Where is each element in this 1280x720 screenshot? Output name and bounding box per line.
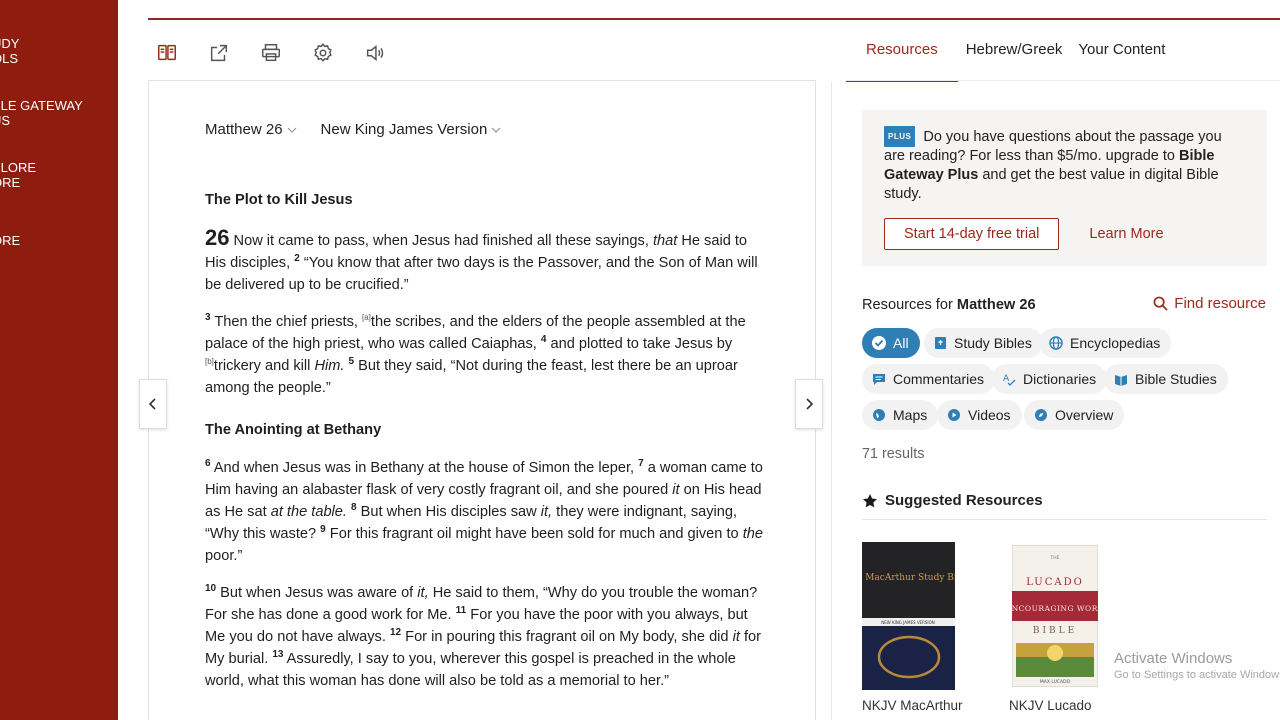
macarthur-bible-cover[interactable]: The MacArthur Study Bible NEW KING JAMES… [845,542,971,690]
activate-windows-subtext: Go to Settings to activate Windows. [1114,669,1280,681]
results-count: 71 results [862,446,925,462]
verse-paragraph: 10 But when Jesus was aware of it, He sa… [205,583,761,689]
section-heading: The Plot to Kill Jesus [205,192,353,208]
chevron-down-icon [491,127,501,133]
spell-icon: A [1003,374,1016,386]
header-divider [148,18,1280,20]
chevron-left-icon [148,398,156,410]
reader-toolbar [150,36,392,70]
passage-selector: Matthew 26 New King James Version [205,121,501,138]
plus-badge: PLUS [884,126,916,147]
book-chapter-dropdown[interactable]: Matthew 26 [205,121,297,138]
sidebar-item-study-tools[interactable]: UDY OLS [0,36,19,66]
sidebar-item-more[interactable]: ORE [0,233,20,248]
sidebar-item-bible-gateway-plus[interactable]: BLE GATEWAY US [0,98,83,128]
chapter-number: 26 [205,225,230,250]
book-label[interactable]: NKJV Lucado [1009,698,1092,713]
suggested-resources-heading: Suggested Resources [862,492,1043,509]
activate-windows-watermark: Activate Windows [1114,650,1233,667]
chip-study-bibles[interactable]: Study Bibles [924,328,1043,358]
audio-icon[interactable] [358,36,392,70]
svg-text:THE: THE [1050,555,1060,561]
verse-paragraph: 26 Now it came to pass, when Jesus had f… [205,225,758,294]
learn-more-link[interactable]: Learn More [1089,226,1163,242]
chip-overview[interactable]: Overview [1024,400,1125,430]
check-icon [872,336,886,350]
star-icon [863,493,877,507]
next-chapter-button[interactable] [795,379,823,429]
find-resource-button[interactable]: Find resource [1153,295,1266,312]
verse-paragraph: 6 And when Jesus was in Bethany at the h… [205,458,763,564]
start-trial-button[interactable]: Start 14-day free trial [884,218,1060,250]
chip-videos[interactable]: Videos [937,400,1022,430]
parallel-view-icon[interactable] [150,36,184,70]
chip-encyclopedias[interactable]: Encyclopedias [1039,328,1172,358]
svg-text:MAX LUCADO: MAX LUCADO [1040,679,1071,685]
share-icon[interactable] [202,36,236,70]
lucado-bible-cover[interactable]: THE LUCADO ENCOURAGING WORD BIBLE MAX LU… [1006,544,1104,688]
svg-text:A: A [1003,374,1010,384]
svg-text:LUCADO: LUCADO [1026,577,1084,588]
chip-bible-studies[interactable]: Bible Studies [1104,364,1228,394]
tab-hebrew-greek[interactable]: Hebrew/Greek [958,38,1071,82]
suggested-divider [862,519,1267,520]
chip-maps[interactable]: Maps [862,400,939,430]
version-dropdown[interactable]: New King James Version [321,121,502,138]
footnote-link[interactable]: [a] [362,313,371,322]
footnote-link[interactable]: [b] [205,357,214,366]
bookstack-icon [1115,375,1127,386]
previous-chapter-button[interactable] [139,379,167,429]
tab-resources[interactable]: Resources [846,38,958,82]
search-icon [1153,296,1168,311]
svg-text:BIBLE: BIBLE [1033,626,1077,636]
passage-text: The Plot to Kill Jesus 26 Now it came to… [205,189,767,707]
settings-icon[interactable] [306,36,340,70]
plus-promo: PLUS Do you have questions about the pas… [862,110,1267,266]
sidebar-item-explore-more[interactable]: PLORE ORE [0,160,36,190]
chip-commentaries[interactable]: Commentaries [862,364,996,394]
verse-paragraph: 3 Then the chief priests, [a]the scribes… [205,312,746,396]
chip-all[interactable]: All [862,328,920,358]
left-sidebar: UDY OLS BLE GATEWAY US PLORE ORE ORE [0,0,118,720]
chip-dictionaries[interactable]: A Dictionaries [992,364,1108,394]
chevron-down-icon [287,127,296,133]
resources-title: Resources for Matthew 26 [862,297,1036,313]
svg-text:NEW KING JAMES VERSION: NEW KING JAMES VERSION [881,620,934,625]
resource-tabs: Resources Hebrew/Greek Your Content [846,38,1173,82]
verse-number: 12 [389,627,402,639]
verse-number: 13 [272,649,284,661]
reading-panel: Matthew 26 New King James Version The Pl… [148,80,816,720]
chevron-right-icon [806,398,814,410]
verse-number: 11 [455,605,467,617]
comment-icon [873,374,885,385]
passage-reference: Matthew 26 [205,121,283,138]
resources-panel: PLUS Do you have questions about the pas… [831,82,1280,720]
globe-icon [1049,336,1063,350]
book-label[interactable]: NKJV MacArthur [862,698,963,713]
section-heading: The Anointing at Bethany [205,422,382,438]
version-name: New King James Version [320,121,488,138]
svg-text:ENCOURAGING WORD: ENCOURAGING WORD [1012,604,1098,613]
bible-icon [935,337,946,349]
verse-number: 10 [205,583,217,595]
compass-icon [1035,409,1047,421]
print-icon[interactable] [254,36,288,70]
play-icon [948,409,960,421]
plus-promo-text: PLUS Do you have questions about the pas… [884,126,1245,204]
map-icon [873,409,885,421]
tabs-divider [846,80,1280,81]
svg-text:The MacArthur Study Bible: The MacArthur Study Bible [862,573,955,583]
tab-your-content[interactable]: Your Content [1070,38,1173,82]
